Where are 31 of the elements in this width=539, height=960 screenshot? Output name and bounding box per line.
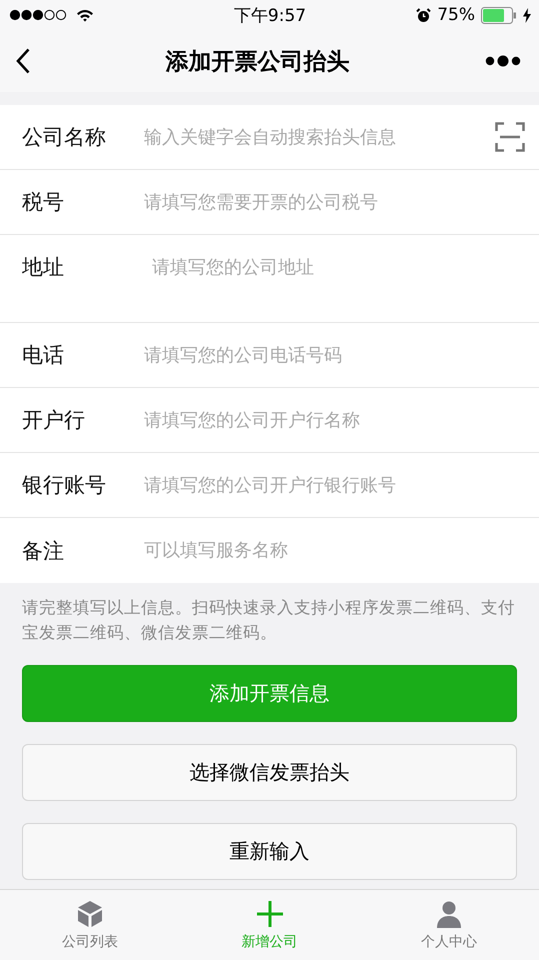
input-field[interactable]: 请填写您的公司开户行名称: [144, 410, 525, 430]
input-field[interactable]: 请填写您需要开票的公司税号: [144, 192, 525, 212]
submit-button[interactable]: 添加开票信息: [22, 665, 517, 722]
field-label: 开户行: [22, 407, 86, 434]
scan-icon[interactable]: [495, 122, 525, 152]
field-label: 电话: [22, 342, 65, 369]
input-field[interactable]: 请填写您的公司地址: [144, 255, 525, 285]
field-label: 公司名称: [22, 124, 107, 151]
tab-item[interactable]: 公司列表: [0, 890, 180, 960]
secondary-button[interactable]: 选择微信发票抬头: [22, 744, 517, 801]
tab-item[interactable]: 新增公司: [180, 890, 360, 960]
field-label: 备注: [22, 538, 65, 564]
battery-percent: 75%: [437, 5, 475, 25]
input-field[interactable]: 输入关键字会自动搜索抬头信息: [144, 126, 495, 148]
signal-icon: [9, 9, 67, 21]
alarm-clock-icon: [416, 8, 432, 22]
field-label: 税号: [22, 189, 65, 216]
field-label: 地址: [22, 254, 65, 281]
charging-bolt-icon: [523, 8, 531, 22]
status-time: 下午9:57: [234, 4, 306, 26]
battery-icon: [481, 6, 517, 24]
wifi-icon: [76, 8, 94, 22]
page-title: 添加开票公司抬头: [166, 48, 350, 76]
field-label: 银行账号: [22, 472, 107, 499]
tab-item[interactable]: 个人中心: [359, 890, 539, 960]
input-field[interactable]: 请填写您的公司开户行银行账号: [144, 474, 525, 496]
input-field[interactable]: 请填写您的公司电话号码: [144, 344, 525, 366]
input-field[interactable]: 可以填写服务名称: [144, 540, 525, 561]
plus-icon: [254, 899, 284, 929]
secondary-button[interactable]: 重新输入: [22, 823, 517, 880]
hint-text: 请完整填写以上信息。扫码快速录入支持小程序发票二维码、支付宝发票二维码、微信发票二维码。: [22, 597, 516, 644]
